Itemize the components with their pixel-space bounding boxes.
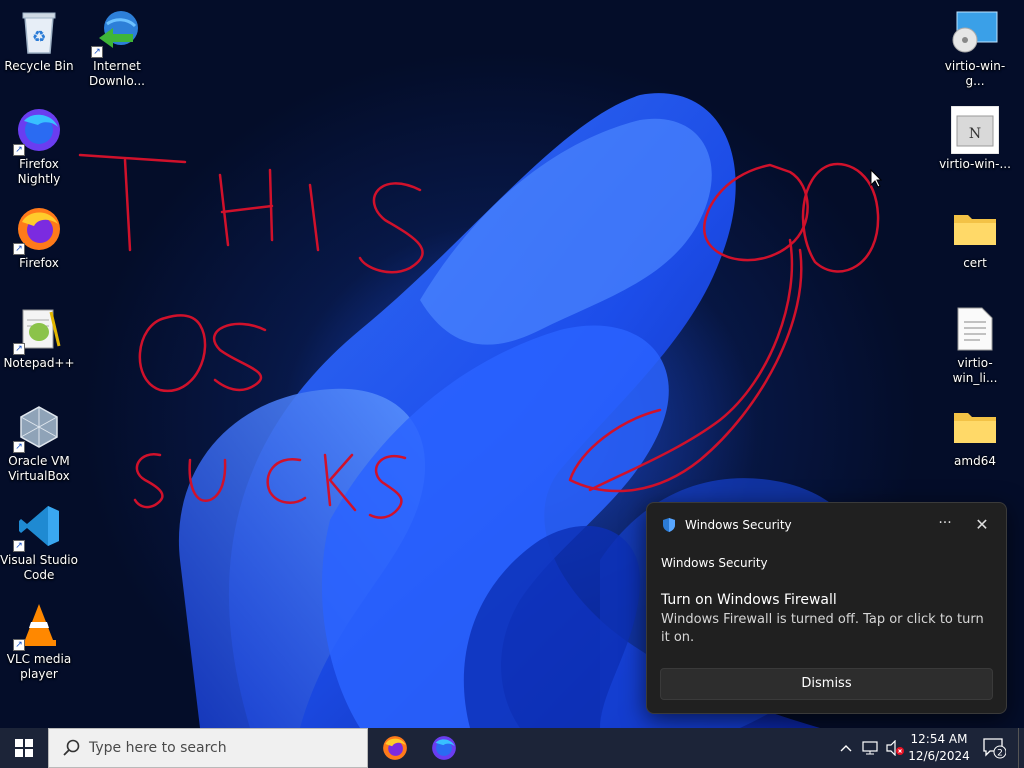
desktop-icon-virtio-win-guest-tools[interactable]: virtio-win-g... (936, 8, 1014, 89)
desktop-icon-label: Recycle Bin (4, 59, 74, 73)
clock-time: 12:54 AM (910, 732, 968, 746)
internet-download-manager-icon: ↗ (91, 8, 141, 58)
desktop-icon-virtualbox[interactable]: ↗ Oracle VM VirtualBox (0, 403, 78, 484)
search-icon (61, 738, 81, 758)
show-hidden-icons-button[interactable] (836, 728, 856, 768)
desktop-icon-notepad-plus-plus[interactable]: ↗ Notepad++ (0, 305, 78, 371)
desktop-icon-virtio-win-installer[interactable]: N virtio-win-... (936, 106, 1014, 172)
desktop-icon-label: Internet Downlo... (89, 59, 145, 88)
volume-tray-button[interactable] (884, 728, 906, 768)
clock[interactable]: 12:54 AM 12/6/2024 (906, 731, 972, 765)
windows-security-toast[interactable]: Windows Security ··· ✕ Windows Security … (646, 502, 1007, 714)
svg-text:♻: ♻ (32, 27, 46, 46)
desktop-icon-internet-download-manager[interactable]: ↗ Internet Downlo... (78, 8, 156, 89)
toast-app-name: Windows Security (661, 556, 768, 570)
toast-header-label: Windows Security (685, 518, 792, 532)
desktop-icon-label: Oracle VM VirtualBox (8, 454, 70, 483)
desktop-icon-label: virtio-win_li... (952, 356, 998, 385)
close-button[interactable]: ✕ (971, 514, 993, 536)
vscode-icon: ↗ (13, 502, 63, 552)
desktop-icon-label: Visual Studio Code (0, 553, 78, 582)
firefox-nightly-icon: ↗ (13, 106, 63, 156)
shortcut-arrow-icon: ↗ (91, 46, 103, 58)
more-options-button[interactable]: ··· (933, 515, 957, 535)
start-button[interactable] (0, 728, 48, 768)
desktop-icon-vscode[interactable]: ↗ Visual Studio Code (0, 502, 78, 583)
vlc-icon: ↗ (13, 601, 63, 651)
shield-icon (663, 518, 675, 532)
chevron-up-icon (840, 745, 852, 752)
folder-icon (951, 403, 999, 451)
clock-date: 12/6/2024 (908, 749, 970, 763)
shortcut-arrow-icon: ↗ (13, 144, 25, 156)
svg-text:N: N (969, 126, 981, 142)
taskbar: Type here to search 12:54 AM 12/6/2024 2 (0, 728, 1024, 768)
recycle-bin-icon: ♻ (15, 8, 63, 56)
search-input[interactable]: Type here to search (48, 728, 368, 768)
desktop-icon-label: cert (963, 256, 987, 270)
desktop-icon-folder-amd64[interactable]: amd64 (936, 403, 1014, 469)
firefox-icon: ↗ (13, 205, 63, 255)
notepad-plus-plus-icon: ↗ (13, 305, 63, 355)
desktop-icon-folder-cert[interactable]: cert (936, 205, 1014, 271)
shortcut-arrow-icon: ↗ (13, 540, 25, 552)
desktop-icon-vlc[interactable]: ↗ VLC media player (0, 601, 78, 682)
desktop-icon-label: amd64 (954, 454, 996, 468)
firefox-icon (383, 736, 407, 760)
desktop-icon-firefox[interactable]: ↗ Firefox (0, 205, 78, 271)
desktop-icon-label: virtio-win-g... (944, 59, 1006, 88)
taskbar-app-firefox-nightly[interactable] (420, 728, 468, 768)
firefox-nightly-icon (432, 736, 456, 760)
folder-icon (951, 205, 999, 253)
show-desktop-button[interactable] (1018, 728, 1024, 768)
dismiss-button[interactable]: Dismiss (660, 668, 993, 700)
volume-muted-icon (886, 740, 904, 756)
desktop-icon-firefox-nightly[interactable]: ↗ Firefox Nightly (0, 106, 78, 187)
installer-icon: N (951, 106, 999, 154)
desktop-icon-label: VLC media player (6, 652, 72, 681)
toast-body: Windows Firewall is turned off. Tap or c… (661, 612, 984, 645)
desktop[interactable]: ♻ Recycle Bin ↗ Internet Downlo... ↗ Fir… (0, 0, 1024, 728)
desktop-icon-virtio-win-license[interactable]: virtio-win_li... (936, 305, 1014, 386)
notification-center-button[interactable]: 2 (976, 728, 1012, 768)
shortcut-arrow-icon: ↗ (13, 441, 25, 453)
notification-icon: 2 (983, 738, 1006, 759)
desktop-icon-label: Firefox Nightly (17, 157, 61, 186)
desktop-icon-recycle-bin[interactable]: ♻ Recycle Bin (0, 8, 78, 74)
windows-logo-icon (15, 739, 33, 757)
shortcut-arrow-icon: ↗ (13, 243, 25, 255)
mouse-cursor-icon (870, 169, 882, 188)
virtualbox-icon: ↗ (13, 403, 63, 453)
shortcut-arrow-icon: ↗ (13, 343, 25, 355)
network-icon (862, 741, 878, 755)
desktop-icon-label: Notepad++ (3, 356, 75, 370)
desktop-icon-label: Firefox (19, 256, 59, 270)
search-placeholder: Type here to search (89, 740, 227, 756)
toast-header: Windows Security (661, 517, 792, 533)
desktop-icon-label: virtio-win-... (939, 157, 1011, 171)
disc-drive-icon (951, 8, 999, 56)
taskbar-app-firefox[interactable] (371, 728, 419, 768)
notification-count: 2 (997, 749, 1003, 759)
shortcut-arrow-icon: ↗ (13, 639, 25, 651)
text-file-icon (951, 305, 999, 353)
network-tray-button[interactable] (859, 728, 883, 768)
toast-title: Turn on Windows Firewall (661, 592, 837, 608)
